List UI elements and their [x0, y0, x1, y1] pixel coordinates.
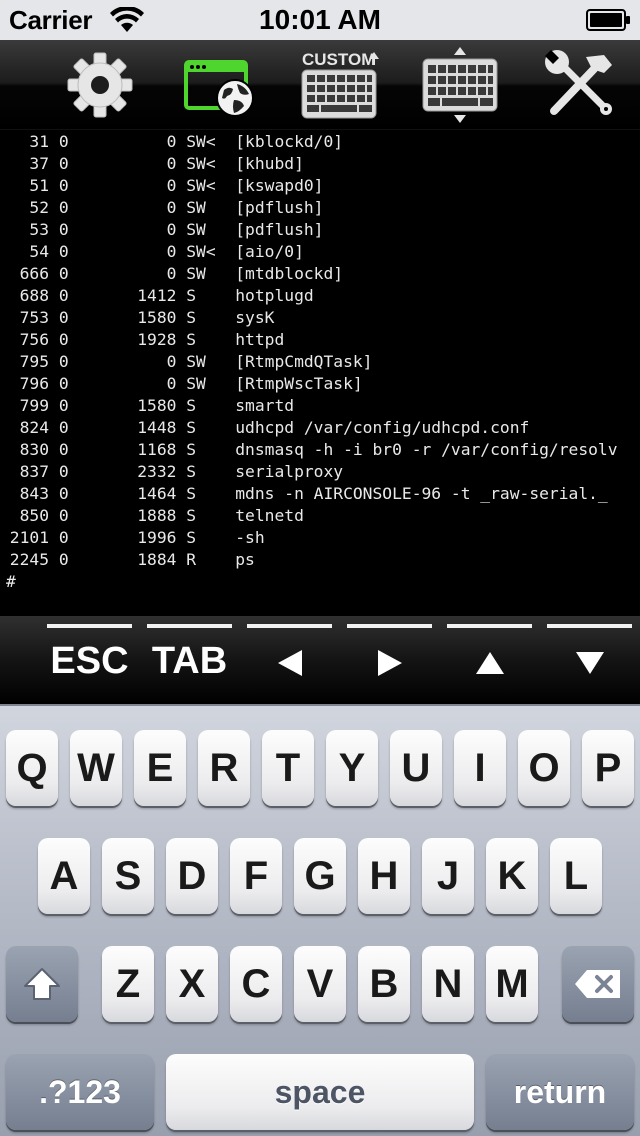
terminal-line: 824 0 1448 S udhcpd /var/config/udhcpd.c… — [0, 418, 530, 437]
backspace-icon — [575, 970, 620, 998]
terminal-line: 666 0 0 SW [mtdblockd] — [0, 264, 344, 283]
arrow-left-key[interactable] — [247, 624, 332, 694]
terminal-line: 2245 0 1884 R ps — [0, 550, 255, 569]
key-q[interactable]: Q — [6, 730, 58, 806]
toolbar: CUSTOM — [0, 40, 640, 130]
key-x[interactable]: X — [166, 946, 218, 1022]
key-c[interactable]: C — [230, 946, 282, 1022]
key-p[interactable]: P — [582, 730, 634, 806]
terminal-line: 830 0 1168 S dnsmasq -h -i br0 -r /var/c… — [0, 440, 618, 459]
arrow-down-icon — [575, 652, 604, 674]
key-l[interactable]: L — [550, 838, 602, 914]
keyboard: Q W E R T Y U I O P A S D F G H J K L Z … — [0, 704, 640, 1136]
tab-key[interactable]: TAB — [147, 624, 232, 694]
battery-icon — [586, 9, 630, 31]
key-f[interactable]: F — [230, 838, 282, 914]
key-t[interactable]: T — [262, 730, 314, 806]
key-z[interactable]: Z — [102, 946, 154, 1022]
numbers-key[interactable]: .?123 — [6, 1054, 154, 1130]
arrow-up-icon — [475, 652, 504, 674]
terminal-line: 850 0 1888 S telnetd — [0, 506, 304, 525]
clock: 10:01 AM — [259, 4, 381, 35]
connection-button[interactable] — [160, 40, 280, 130]
return-key[interactable]: return — [486, 1054, 634, 1130]
special-keys-bar: ESC TAB — [0, 616, 640, 704]
key-v[interactable]: V — [294, 946, 346, 1022]
terminal-line: 51 0 0 SW< [kswapd0] — [0, 176, 324, 195]
terminal-line: 796 0 0 SW [RtmpWscTask] — [0, 374, 363, 393]
terminal-line: 756 0 1928 S httpd — [0, 330, 285, 349]
key-r[interactable]: R — [198, 730, 250, 806]
key-s[interactable]: S — [102, 838, 154, 914]
tab-key-label: TAB — [151, 639, 228, 682]
shift-key[interactable] — [6, 946, 78, 1022]
terminal-line: 52 0 0 SW [pdflush] — [0, 198, 324, 217]
tools-button[interactable] — [520, 40, 640, 130]
terminal-line: 795 0 0 SW [RtmpCmdQTask] — [0, 352, 373, 371]
key-h[interactable]: H — [358, 838, 410, 914]
arrow-right-icon — [377, 650, 402, 676]
key-m[interactable]: M — [486, 946, 538, 1022]
custom-label: CUSTOM — [302, 50, 375, 69]
key-o[interactable]: O — [518, 730, 570, 806]
wrench-hammer-icon — [545, 50, 612, 115]
key-k[interactable]: K — [486, 838, 538, 914]
shift-icon — [24, 968, 60, 1000]
arrow-left-icon — [277, 650, 302, 676]
key-a[interactable]: A — [38, 838, 90, 914]
esc-key-label: ESC — [50, 639, 129, 682]
terminal-output[interactable]: 31 0 0 SW< [kblockd/0] 37 0 0 SW< [khubd… — [0, 130, 640, 616]
key-i[interactable]: I — [454, 730, 506, 806]
key-d[interactable]: D — [166, 838, 218, 914]
key-j[interactable]: J — [422, 838, 474, 914]
custom-keyboard-button[interactable]: CUSTOM — [280, 40, 400, 130]
key-u[interactable]: U — [390, 730, 442, 806]
arrow-up-key[interactable] — [447, 624, 532, 694]
settings-button[interactable] — [40, 40, 160, 130]
key-n[interactable]: N — [422, 946, 474, 1022]
space-key[interactable]: space — [166, 1054, 474, 1130]
key-e[interactable]: E — [134, 730, 186, 806]
terminal-line: 54 0 0 SW< [aio/0] — [0, 242, 304, 261]
key-g[interactable]: G — [294, 838, 346, 914]
terminal-line: 53 0 0 SW [pdflush] — [0, 220, 324, 239]
browser-globe-icon — [184, 60, 254, 117]
custom-keyboard-icon: CUSTOM — [301, 50, 379, 119]
terminal-line: 799 0 1580 S smartd — [0, 396, 295, 415]
keyboard-resize-icon — [422, 47, 498, 123]
key-b[interactable]: B — [358, 946, 410, 1022]
delete-key[interactable] — [562, 946, 634, 1022]
esc-key[interactable]: ESC — [47, 624, 132, 694]
terminal-line: 37 0 0 SW< [khubd] — [0, 154, 304, 173]
arrow-down-key[interactable] — [547, 624, 632, 694]
terminal-line: 2101 0 1996 S -sh — [0, 528, 265, 547]
terminal-line: 31 0 0 SW< [kblockd/0] — [0, 132, 344, 151]
terminal-line: 753 0 1580 S sysK — [0, 308, 275, 327]
keyboard-resize-button[interactable] — [400, 40, 520, 130]
status-bar: Carrier 10:01 AM — [0, 0, 640, 40]
terminal-line: 837 0 2332 S serialproxy — [0, 462, 344, 481]
terminal-line: 688 0 1412 S hotplugd — [0, 286, 314, 305]
terminal-line: 843 0 1464 S mdns -n AIRCONSOLE-96 -t _r… — [0, 484, 608, 503]
key-w[interactable]: W — [70, 730, 122, 806]
arrow-right-key[interactable] — [347, 624, 432, 694]
gear-icon — [67, 52, 133, 118]
terminal-prompt: # — [6, 572, 16, 591]
key-y[interactable]: Y — [326, 730, 378, 806]
